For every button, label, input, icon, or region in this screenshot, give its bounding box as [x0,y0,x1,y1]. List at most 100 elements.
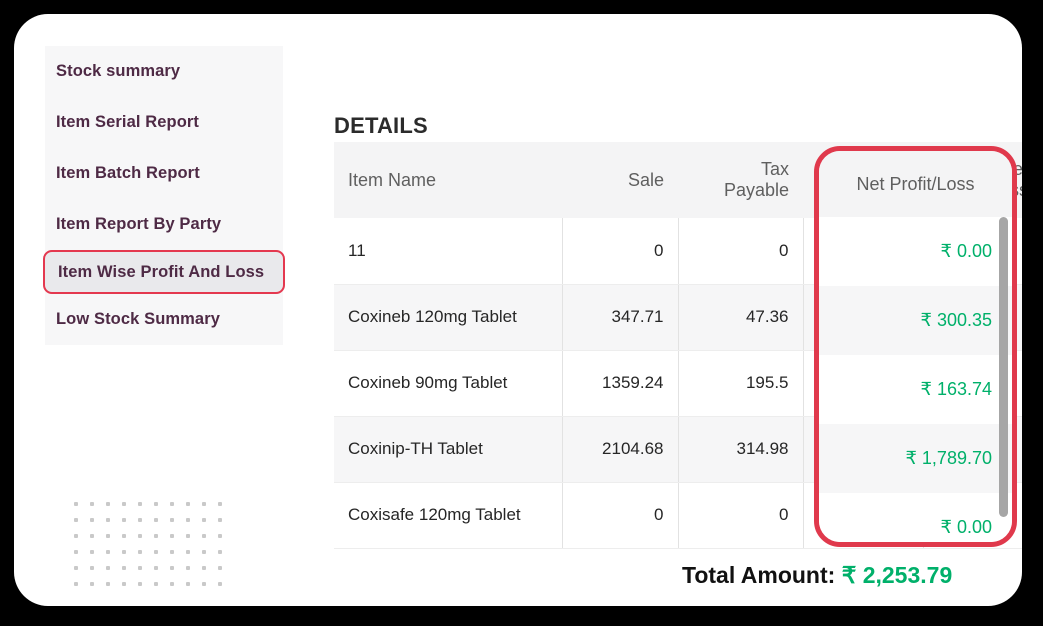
cell-item-name: Coxineb 120mg Tablet [334,284,563,351]
grid-dot [218,518,222,522]
cell-item-name: Coxineb 90mg Tablet [334,350,563,417]
grid-dot [90,566,94,570]
grid-dot [74,518,78,522]
grid-dot [106,566,110,570]
sidebar-item-item-report-by-party[interactable]: Item Report By Party [45,199,283,250]
grid-dot [170,582,174,586]
cell-sale: 0 [562,218,679,285]
total-amount-value: ₹ 2,253.79 [841,562,953,588]
grid-dot [218,566,222,570]
screenshot-root: Stock summary Item Serial Report Item Batc… [0,0,1043,626]
cell-sale: 347.71 [562,284,679,351]
grid-dot [170,550,174,554]
grid-dot [202,566,206,570]
grid-dot [122,550,126,554]
grid-dot [122,566,126,570]
grid-dot [138,518,142,522]
grid-dot [122,582,126,586]
cell-tax-payable: 0 [678,482,804,549]
grid-dot [186,550,190,554]
column-header-tax-payable[interactable]: Tax Payable [678,142,803,218]
sidebar-item-item-serial-report[interactable]: Item Serial Report [45,97,283,148]
grid-dot [106,502,110,506]
sidebar-item-label: Item Wise Profit And Loss [58,262,265,281]
report-card: Stock summary Item Serial Report Item Batc… [14,14,1022,606]
grid-dot [170,566,174,570]
page-title: DETAILS [334,113,428,138]
grid-dot [90,534,94,538]
cell-item-name: Coxinip-TH Tablet [334,416,563,483]
sidebar-item-label: Low Stock Summary [56,310,220,328]
cell-item-name: Coxisafe 120mg Tablet [334,482,563,549]
grid-dot [202,550,206,554]
grid-dot [106,582,110,586]
grid-dot [218,550,222,554]
grid-dot [170,534,174,538]
grid-dot [202,582,206,586]
grid-dot [218,582,222,586]
decorative-dot-grid [74,502,222,586]
grid-dot [74,534,78,538]
grid-dot [90,550,94,554]
grid-dot [122,518,126,522]
vertical-scrollbar[interactable] [999,217,1008,517]
grid-dot [218,534,222,538]
cell-tax-payable: 0 [678,218,804,285]
grid-dot [74,550,78,554]
cell-tax-payable: 195.5 [678,350,804,417]
cell-net-profit-loss: ₹ 0.00 [819,493,1012,542]
grid-dot [154,582,158,586]
grid-dot [154,534,158,538]
grid-dot [202,502,206,506]
sidebar-item-low-stock-summary[interactable]: Low Stock Summary [45,294,283,345]
grid-dot [138,502,142,506]
total-amount-label: Total Amount: [682,562,836,588]
grid-dot [138,566,142,570]
sidebar-item-item-wise-profit-and-loss[interactable]: Item Wise Profit And Loss [43,250,285,294]
grid-dot [90,502,94,506]
grid-dot [202,518,206,522]
total-amount: Total Amount: ₹ 2,253.79 [682,562,952,589]
grid-dot [186,518,190,522]
grid-dot [154,502,158,506]
grid-dot [186,566,190,570]
grid-dot [170,502,174,506]
grid-dot [202,534,206,538]
grid-dot [138,582,142,586]
grid-dot [186,502,190,506]
reports-sidebar: Stock summary Item Serial Report Item Batc… [43,46,285,345]
cell-sale: 2104.68 [562,416,679,483]
cell-net-profit-loss: ₹ 163.74 [819,355,1012,424]
cell-net-profit-loss: ₹ 0.00 [819,217,1012,286]
grid-dot [122,502,126,506]
sidebar-item-stock-summary[interactable]: Stock summary [45,46,283,97]
sidebar-item-label: Item Serial Report [56,113,200,131]
column-header-sale[interactable]: Sale [562,142,678,218]
grid-dot [170,518,174,522]
cell-item-name: 11 [334,218,563,285]
grid-dot [186,534,190,538]
sidebar-item-item-batch-report[interactable]: Item Batch Report [45,148,283,199]
grid-dot [138,550,142,554]
column-header-item-name[interactable]: Item Name [334,142,562,218]
grid-dot [90,518,94,522]
grid-dot [122,534,126,538]
sidebar-item-label: Item Batch Report [56,164,200,182]
sidebar-item-label: Stock summary [56,62,181,80]
grid-dot [138,534,142,538]
cell-sale: 1359.24 [562,350,679,417]
grid-dot [218,502,222,506]
column-header-net-profit-loss: Net Profit/Loss [819,151,1012,217]
sidebar-item-label: Item Report By Party [56,215,222,233]
grid-dot [154,566,158,570]
grid-dot [106,534,110,538]
grid-dot [186,582,190,586]
grid-dot [106,518,110,522]
grid-dot [74,582,78,586]
cell-net-profit-loss: ₹ 300.35 [819,286,1012,355]
cell-tax-payable: 314.98 [678,416,804,483]
grid-dot [106,550,110,554]
grid-dot [154,550,158,554]
grid-dot [90,582,94,586]
net-profit-loss-values: ₹ 0.00 ₹ 300.35 ₹ 163.74 ₹ 1,789.70 ₹ 0.00 [819,217,1012,542]
